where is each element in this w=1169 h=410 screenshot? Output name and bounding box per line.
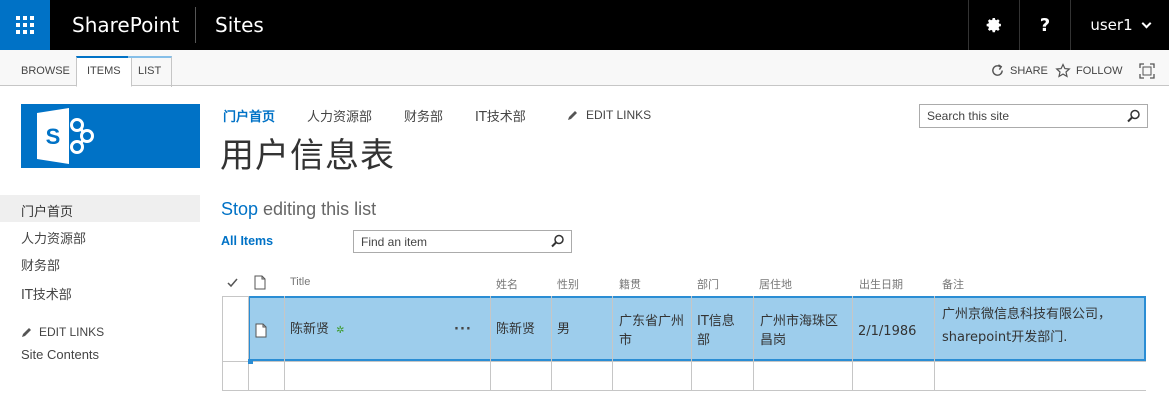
site-logo[interactable]: S	[21, 104, 200, 168]
quick-launch: 门户首页 人力资源部 财务部 IT技术部	[0, 195, 200, 305]
tab-list[interactable]: LIST	[128, 56, 173, 87]
pencil-icon	[568, 111, 577, 120]
leftnav-item-home[interactable]: 门户首页	[0, 195, 200, 222]
grid-line	[284, 296, 285, 391]
item-menu-button[interactable]: ···	[454, 320, 472, 339]
leftnav-edit-links[interactable]: EDIT LINKS	[21, 325, 104, 339]
chevron-down-icon	[1141, 18, 1152, 28]
follow-button[interactable]: FOLLOW	[1055, 63, 1122, 79]
stop-editing-text: editing this list	[258, 199, 377, 219]
fullscreen-icon	[1139, 63, 1155, 79]
cell-notes-line1: 广州京微信息科技有限公司，	[942, 307, 1112, 322]
site-search-box[interactable]	[919, 104, 1148, 128]
item-title-link[interactable]: 陈新贤	[290, 322, 329, 337]
leftnav-item-finance[interactable]: 财务部	[0, 249, 200, 276]
search-icon[interactable]	[551, 234, 565, 248]
share-button[interactable]: SHARE	[990, 63, 1048, 78]
cell-residence[interactable]: 广州市海珠区 昌岗	[760, 312, 838, 350]
grid-line	[934, 296, 935, 391]
cell-department[interactable]: IT信息 部	[697, 312, 735, 350]
brand-title[interactable]: SharePoint	[72, 13, 179, 37]
column-header-title[interactable]: Title	[290, 276, 310, 288]
cell-residence-line2: 昌岗	[760, 333, 787, 348]
grid-line	[490, 296, 491, 391]
grid-line	[753, 296, 754, 391]
column-header-origin[interactable]: 籍贯	[619, 276, 641, 292]
star-icon	[1055, 63, 1071, 78]
tab-items[interactable]: ITEMS	[76, 56, 132, 87]
topnav-edit-links-label: EDIT LINKS	[586, 108, 652, 122]
sites-link[interactable]: Sites	[215, 13, 264, 37]
leftnav-edit-links-label: EDIT LINKS	[39, 325, 105, 339]
follow-label: FOLLOW	[1076, 65, 1123, 77]
cell-title[interactable]: 陈新贤 ✲	[290, 320, 345, 340]
site-search-input[interactable]	[925, 106, 1115, 126]
cell-origin[interactable]: 广东省广州 市	[619, 312, 684, 350]
find-item-input[interactable]	[359, 232, 549, 252]
user-name: user1	[1090, 16, 1133, 34]
new-item-icon: ✲	[336, 325, 345, 336]
site-contents-link[interactable]: Site Contents	[21, 347, 99, 362]
cell-department-line2: 部	[697, 333, 711, 348]
cell-origin-line2: 市	[619, 333, 633, 348]
column-header-birthdate[interactable]: 出生日期	[859, 276, 903, 292]
suite-bar: SharePoint Sites ? user1	[0, 0, 1169, 50]
gear-icon	[986, 17, 1001, 32]
grid-line	[852, 296, 853, 391]
column-header-name[interactable]: 姓名	[496, 276, 518, 292]
topnav-item-home[interactable]: 门户首页	[223, 106, 275, 125]
grid-line	[222, 296, 223, 391]
cell-gender[interactable]: 男	[557, 320, 570, 339]
stop-editing-link[interactable]: Stop	[221, 199, 258, 219]
page-title: 用户信息表	[220, 136, 395, 176]
sharepoint-logo-icon: S	[37, 108, 94, 164]
fill-handle[interactable]	[248, 359, 253, 364]
svg-text:S: S	[46, 124, 61, 149]
grid-line	[612, 296, 613, 391]
cell-department-line1: IT信息	[697, 314, 735, 329]
grid-line	[248, 296, 249, 391]
cell-notes-line2: sharepoint开发部门.	[942, 330, 1068, 345]
topnav-item-it[interactable]: IT技术部	[475, 106, 526, 125]
tab-browse[interactable]: BROWSE	[11, 59, 80, 86]
user-menu[interactable]: user1	[1070, 0, 1169, 50]
focus-content-button[interactable]	[1139, 63, 1155, 79]
cell-name[interactable]: 陈新贤	[496, 320, 535, 339]
list-grid: 陈新贤 ✲ ··· 陈新贤 男 广东省广州 市 IT信息 部 广州市海珠区 昌岗…	[222, 296, 1146, 391]
column-header-gender[interactable]: 性别	[557, 276, 579, 292]
cell-notes[interactable]: 广州京微信息科技有限公司， sharepoint开发部门.	[942, 305, 1111, 347]
brand-divider	[195, 7, 196, 43]
cell-birthdate[interactable]: 2/1/1986	[858, 322, 916, 341]
stop-editing-heading: Stop editing this list	[221, 199, 376, 220]
cell-origin-line1: 广东省广州	[619, 314, 685, 329]
search-icon[interactable]	[1127, 109, 1141, 123]
share-label: SHARE	[1010, 64, 1048, 77]
list-search-box[interactable]	[353, 230, 572, 253]
grid-line	[222, 390, 1146, 391]
grid-line	[551, 296, 552, 391]
cell-residence-line1: 广州市海珠区	[760, 314, 839, 329]
share-icon	[992, 64, 1003, 76]
select-all-checkmark-icon[interactable]	[226, 277, 238, 289]
column-header-notes[interactable]: 备注	[942, 276, 964, 292]
waffle-icon	[16, 16, 34, 34]
document-icon	[255, 323, 267, 338]
leftnav-item-hr[interactable]: 人力资源部	[0, 222, 200, 249]
view-all-items[interactable]: All Items	[221, 234, 273, 248]
topnav-edit-links[interactable]: EDIT LINKS	[567, 108, 651, 122]
app-launcher-button[interactable]	[0, 0, 50, 50]
topnav-item-hr[interactable]: 人力资源部	[307, 106, 372, 125]
leftnav-item-it[interactable]: IT技术部	[0, 278, 200, 305]
column-header-residence[interactable]: 居住地	[759, 276, 792, 292]
ribbon: BROWSE ITEMS LIST SHARE FOLLOW	[0, 50, 1169, 87]
settings-button[interactable]	[968, 0, 1019, 50]
pencil-icon	[22, 328, 31, 337]
column-header-department[interactable]: 部门	[697, 276, 719, 292]
topnav-item-finance[interactable]: 财务部	[404, 106, 443, 125]
help-button[interactable]: ?	[1019, 0, 1070, 50]
grid-line	[691, 296, 692, 391]
document-icon	[254, 275, 266, 290]
grid-line	[222, 361, 1146, 362]
